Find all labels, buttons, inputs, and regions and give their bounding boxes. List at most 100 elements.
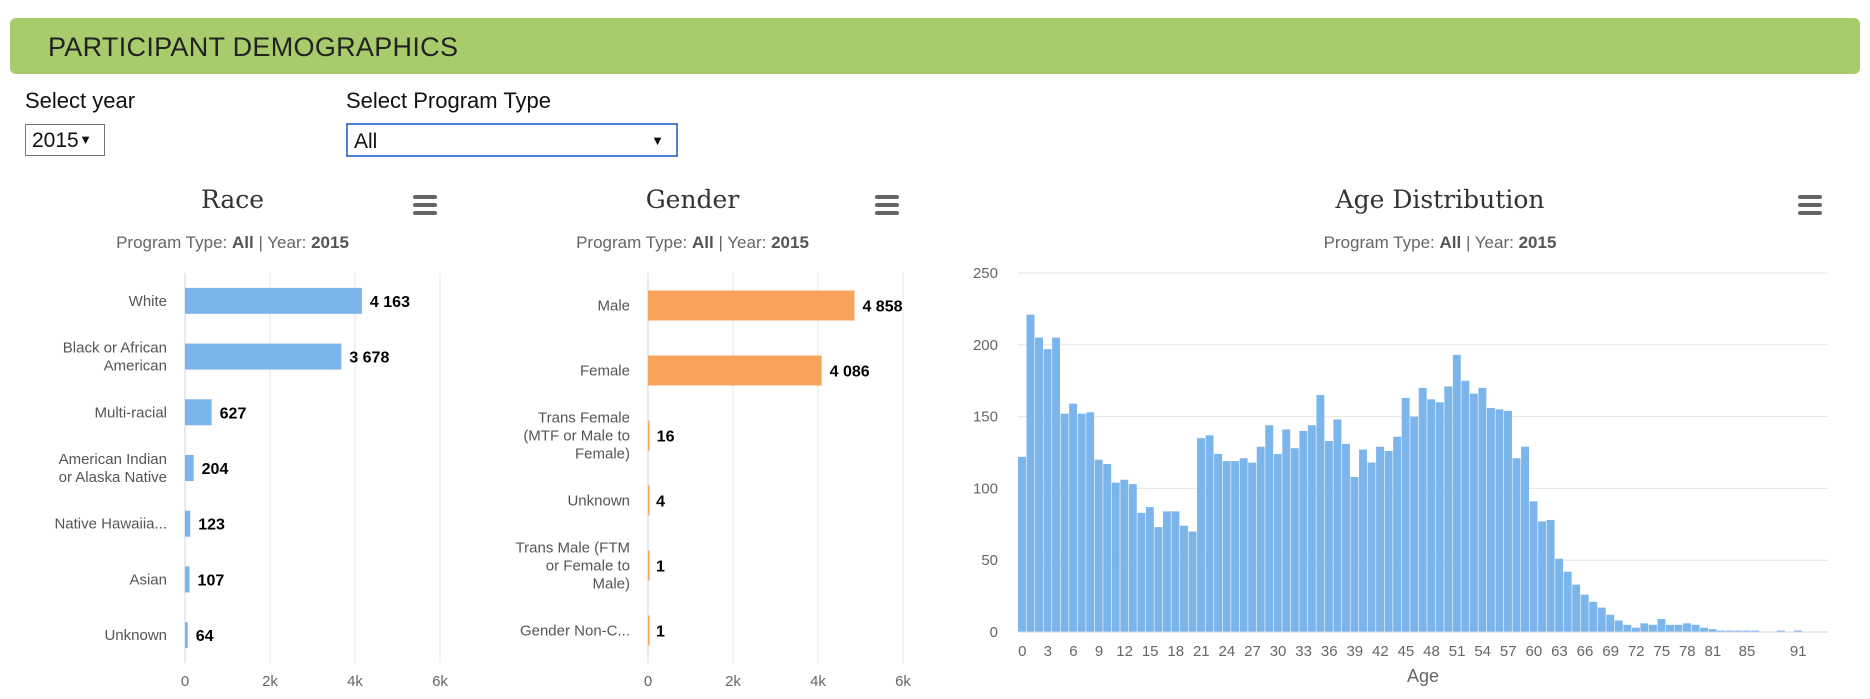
y-tick-label: 0 [990, 624, 998, 641]
bar [1324, 441, 1333, 632]
x-tick-label: 6 [1069, 643, 1077, 660]
bar [1538, 521, 1547, 632]
year-select-label: Select year [25, 88, 136, 113]
category-label: Trans Female [538, 410, 630, 427]
bar [1427, 399, 1436, 632]
bar [1631, 627, 1640, 632]
data-label: 4 858 [862, 299, 902, 316]
year-select-value: 2015 [32, 129, 79, 152]
bar [648, 550, 650, 581]
data-label: 64 [196, 628, 214, 645]
data-label: 204 [202, 461, 229, 478]
bar [1120, 479, 1129, 632]
bar [1691, 624, 1700, 632]
bar [1384, 451, 1393, 632]
bar [648, 290, 855, 321]
bar [1597, 607, 1606, 632]
bar [1162, 511, 1171, 632]
bar [1512, 458, 1521, 632]
bar [185, 510, 191, 537]
x-tick-label: 69 [1602, 643, 1619, 660]
bar [1444, 386, 1453, 632]
age-chart: Age Distribution Program Type: All | Yea… [950, 175, 1850, 699]
page-header-banner: PARTICIPANT DEMOGRAPHICS [10, 18, 1860, 74]
bar [1128, 484, 1137, 632]
category-label: Female) [575, 446, 630, 463]
bar [1393, 436, 1402, 632]
bar [1495, 409, 1504, 632]
bar [1572, 584, 1581, 632]
bar [1563, 571, 1572, 632]
x-tick-label: 15 [1142, 643, 1159, 660]
x-tick-label: 45 [1398, 643, 1415, 660]
category-label: Gender Non-C... [520, 623, 630, 640]
data-label: 4 [656, 494, 665, 511]
category-label: Trans Male (FTM [516, 540, 630, 557]
bar [1333, 419, 1342, 632]
bar [1188, 531, 1197, 632]
bar [1529, 501, 1538, 632]
bar [1111, 482, 1120, 632]
category-label: White [129, 293, 167, 310]
bar [185, 566, 190, 593]
bar [1137, 512, 1146, 632]
data-label: 123 [198, 517, 225, 534]
category-label: or Alaska Native [59, 469, 167, 486]
bar [1180, 525, 1188, 632]
dropdown-arrow-icon: ▼ [79, 132, 92, 147]
x-tick-label: 21 [1193, 643, 1210, 660]
bar [1666, 624, 1674, 632]
y-tick-label: 200 [973, 337, 998, 354]
bar [1546, 519, 1555, 632]
bar [1342, 443, 1350, 632]
bar [1094, 459, 1103, 632]
y-tick-label: 50 [981, 552, 998, 569]
bar [1069, 403, 1078, 632]
race-bar-chart: 0 2k 4k 6kWhite 4 163Black or AfricanAmerica… [54, 273, 448, 690]
x-tick-label: 9 [1095, 643, 1103, 660]
x-tick-label: 63 [1551, 643, 1568, 660]
x-tick-label: 6k [895, 673, 911, 690]
bar [1018, 456, 1026, 632]
category-label: American Indian [59, 451, 167, 468]
bar [1623, 624, 1632, 632]
year-select[interactable]: 2015 ▼ [25, 124, 105, 156]
bar [1700, 627, 1709, 632]
bar [648, 615, 650, 646]
x-tick-label: 57 [1500, 643, 1517, 660]
bar [1657, 619, 1666, 632]
bar [1648, 624, 1657, 632]
bar [1307, 425, 1316, 632]
y-tick-label: 100 [973, 480, 998, 497]
bar [185, 343, 342, 370]
dropdown-arrow-icon: ▼ [651, 133, 664, 148]
category-label: Unknown [104, 627, 167, 644]
data-label: 107 [198, 572, 225, 589]
program-type-select[interactable]: All ▼ [346, 123, 678, 157]
x-tick-label: 81 [1705, 643, 1722, 660]
x-tick-label: 33 [1295, 643, 1312, 660]
race-chart: Race Program Type: All | Year: 2015 0 2k 4… [0, 175, 465, 699]
x-tick-label: 75 [1653, 643, 1670, 660]
data-label: 1 [656, 624, 665, 641]
bar [1435, 402, 1444, 632]
program-type-select-value: All [354, 130, 378, 153]
y-tick-label: 250 [973, 265, 998, 282]
bar [1205, 435, 1214, 632]
bar [1060, 413, 1069, 632]
x-tick-label: 2k [725, 673, 741, 690]
bar [1683, 623, 1691, 632]
data-label: 16 [657, 429, 675, 446]
bar [1316, 395, 1325, 632]
x-tick-label: 6k [432, 673, 448, 690]
category-label: Male) [592, 576, 630, 593]
bar [1026, 314, 1035, 632]
x-tick-label: 4k [810, 673, 826, 690]
bar [648, 355, 822, 386]
x-tick-label: 27 [1244, 643, 1261, 660]
bar [1103, 463, 1112, 632]
bar [1282, 429, 1291, 632]
x-tick-label: 39 [1346, 643, 1363, 660]
bar [1086, 412, 1095, 632]
x-tick-label: 0 [1018, 643, 1026, 660]
